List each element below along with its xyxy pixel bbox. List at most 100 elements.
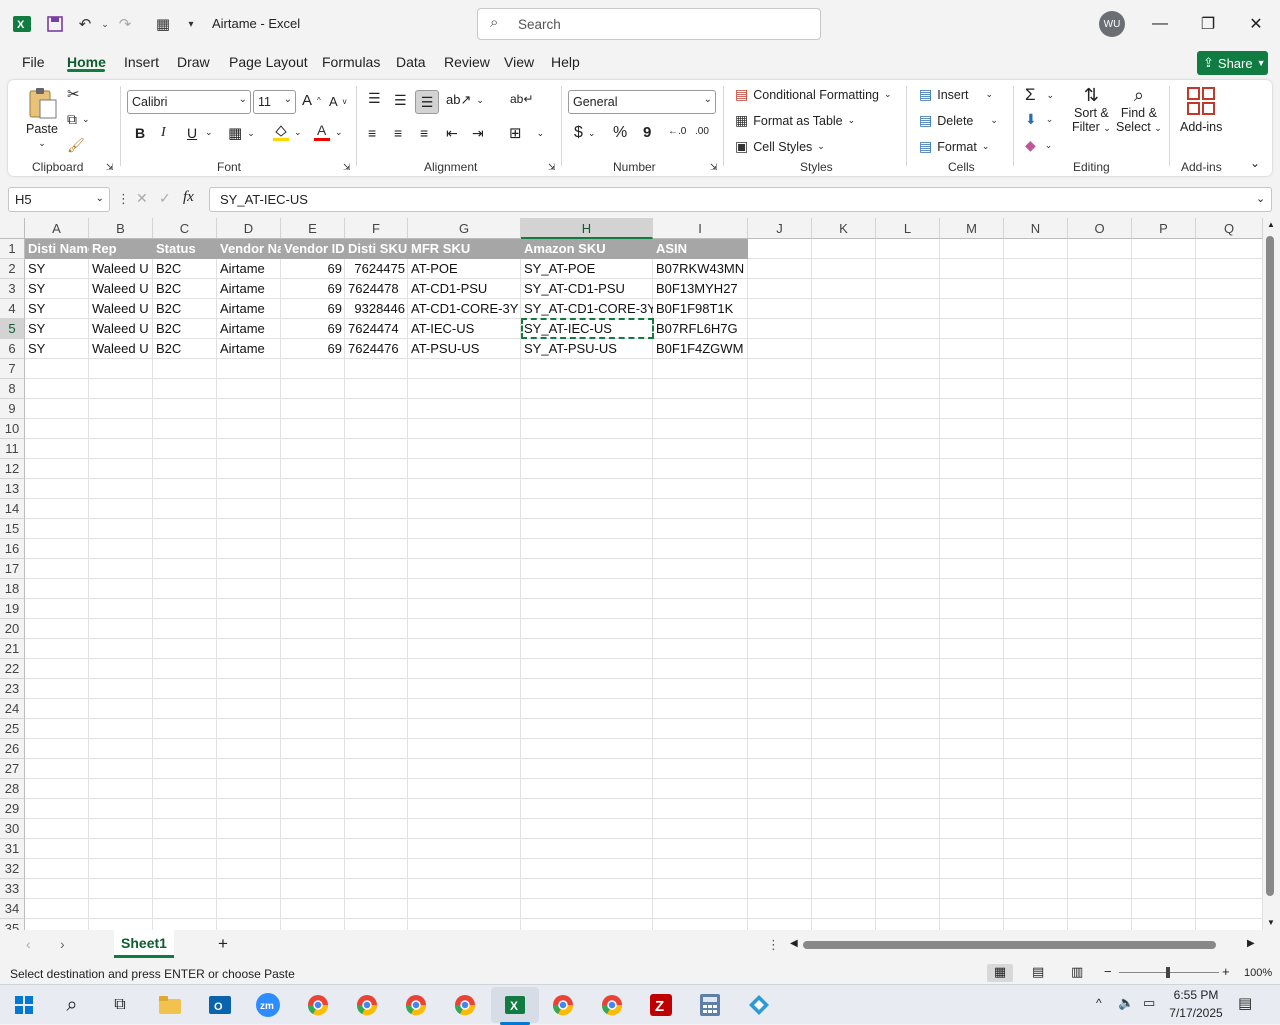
share-button[interactable]: ⇪ Share ▼ [1197, 51, 1268, 75]
font-color-icon[interactable]: A ⌄ [314, 122, 343, 142]
chevron-down-icon[interactable]: ⌄ [205, 127, 213, 138]
column-header-q[interactable]: Q [1196, 218, 1263, 239]
table-cell[interactable]: AT-CD1-CORE-3Y [408, 299, 521, 319]
avatar[interactable]: WU [1099, 11, 1125, 37]
find-select-button[interactable]: ⌕ Find & Select ⌄ [1116, 85, 1162, 134]
row-header-7[interactable]: 7 [0, 359, 25, 379]
cancel-entry-icon[interactable]: ✕ [136, 190, 148, 207]
row-header-6[interactable]: 6 [0, 339, 25, 359]
calculator-icon[interactable]: ▦ [151, 12, 175, 36]
tab-view[interactable]: View [504, 54, 534, 70]
task-view-icon[interactable]: ⧉ [104, 989, 136, 1021]
table-cell[interactable]: B07RKW43MN [653, 259, 748, 279]
cell-styles-button[interactable]: ▣ Cell Styles ⌄ [735, 138, 825, 155]
expand-formula-icon[interactable]: ⌄ [1256, 192, 1265, 205]
row-header-23[interactable]: 23 [0, 679, 25, 699]
row-header-32[interactable]: 32 [0, 859, 25, 879]
column-header-o[interactable]: O [1068, 218, 1132, 239]
chrome-icon[interactable] [596, 989, 628, 1021]
row-header-22[interactable]: 22 [0, 659, 25, 679]
prev-sheet-icon[interactable]: ‹ [26, 936, 31, 952]
table-cell[interactable]: Airtame [217, 259, 281, 279]
cut-icon[interactable]: ✂ [67, 85, 80, 103]
column-header-f[interactable]: F [345, 218, 408, 239]
row-header-13[interactable]: 13 [0, 479, 25, 499]
clock-date[interactable]: 7/17/2025 [1163, 1006, 1229, 1020]
row-header-3[interactable]: 3 [0, 279, 25, 299]
close-icon[interactable]: ✕ [1241, 10, 1271, 38]
table-cell[interactable]: B2C [153, 319, 217, 339]
row-header-25[interactable]: 25 [0, 719, 25, 739]
fill-icon[interactable]: ⬇ ⌄ [1025, 111, 1053, 128]
percent-button[interactable]: % [613, 124, 627, 142]
underline-button[interactable]: U [187, 125, 197, 141]
scroll-left-icon[interactable]: ◀ [790, 938, 798, 949]
row-header-33[interactable]: 33 [0, 879, 25, 899]
bold-button[interactable]: B [135, 125, 145, 141]
table-cell[interactable]: 9328446 [345, 299, 408, 319]
table-cell[interactable]: AT-IEC-US [408, 319, 521, 339]
italic-button[interactable]: I [161, 125, 166, 141]
row-header-28[interactable]: 28 [0, 779, 25, 799]
column-header-j[interactable]: J [748, 218, 812, 239]
chevron-up-icon[interactable]: ^ [1096, 996, 1102, 1010]
chrome-icon[interactable] [400, 989, 432, 1021]
calculator-app-icon[interactable] [694, 989, 726, 1021]
table-cell[interactable]: Waleed U [89, 259, 153, 279]
row-header-16[interactable]: 16 [0, 539, 25, 559]
zoom-app-icon[interactable]: zm [252, 989, 284, 1021]
column-header-n[interactable]: N [1004, 218, 1068, 239]
name-box[interactable]: H5 ⌄ [8, 187, 110, 212]
header-cell[interactable]: Amazon SKU [521, 239, 653, 259]
add-ins-button[interactable]: Add-ins [1180, 86, 1222, 134]
scroll-right-icon[interactable]: ▶ [1247, 938, 1255, 949]
confirm-entry-icon[interactable]: ✓ [159, 190, 171, 207]
currency-button[interactable]: $ ⌄ [574, 124, 595, 142]
table-cell[interactable]: B07RFL6H7G [653, 319, 748, 339]
merge-center-icon[interactable]: ⊞ ⌄ [509, 124, 544, 142]
add-sheet-icon[interactable]: + [218, 934, 228, 954]
table-cell[interactable]: 7624478 [345, 279, 408, 299]
table-cell[interactable]: Waleed U [89, 319, 153, 339]
column-header-d[interactable]: D [217, 218, 281, 239]
row-header-14[interactable]: 14 [0, 499, 25, 519]
table-cell[interactable]: Airtame [217, 299, 281, 319]
page-layout-view-icon[interactable]: ▤ [1032, 964, 1044, 980]
dialog-launcher-icon[interactable]: ⇲ [106, 162, 114, 173]
align-center-icon[interactable]: ≡ [394, 125, 402, 141]
column-header-e[interactable]: E [281, 218, 345, 239]
tab-data[interactable]: Data [396, 54, 426, 70]
table-cell[interactable]: 69 [281, 299, 345, 319]
align-left-icon[interactable]: ≡ [368, 125, 376, 141]
format-cells-button[interactable]: ▤ Format ⌄ [919, 138, 989, 155]
row-header-11[interactable]: 11 [0, 439, 25, 459]
zoom-out-icon[interactable]: − [1104, 964, 1112, 979]
network-icon[interactable]: ▭ [1143, 995, 1155, 1011]
excel-taskbar-icon[interactable]: X [491, 987, 539, 1023]
row-header-26[interactable]: 26 [0, 739, 25, 759]
vertical-scroll-thumb[interactable] [1266, 236, 1274, 896]
dialog-launcher-icon[interactable]: ⇲ [548, 162, 556, 173]
conditional-formatting-button[interactable]: ▤ Conditional Formatting ⌄ [735, 86, 892, 103]
more-icon[interactable]: ⋮ [767, 937, 780, 953]
column-header-k[interactable]: K [812, 218, 876, 239]
minimize-icon[interactable]: — [1145, 10, 1175, 38]
tab-insert[interactable]: Insert [124, 54, 159, 70]
table-cell[interactable]: B2C [153, 279, 217, 299]
outlook-icon[interactable]: O [204, 989, 236, 1021]
normal-view-icon[interactable]: ▦ [987, 964, 1013, 982]
row-header-2[interactable]: 2 [0, 259, 25, 279]
chrome-icon[interactable] [302, 989, 334, 1021]
table-cell[interactable]: Waleed U [89, 299, 153, 319]
column-header-i[interactable]: I [653, 218, 748, 239]
app-icon[interactable] [743, 989, 775, 1021]
redo-icon[interactable]: ↷ [113, 12, 137, 36]
dialog-launcher-icon[interactable]: ⇲ [710, 162, 718, 173]
zoom-in-icon[interactable]: + [1222, 964, 1230, 979]
chrome-icon[interactable] [449, 989, 481, 1021]
copy-icon[interactable]: ⧉ ⌄ [67, 111, 90, 128]
header-cell[interactable]: Disti Name [25, 239, 89, 259]
fill-color-icon[interactable]: ⌄ [273, 122, 302, 142]
formula-input[interactable]: SY_AT-IEC-US [209, 187, 1272, 212]
header-cell[interactable]: Rep [89, 239, 153, 259]
